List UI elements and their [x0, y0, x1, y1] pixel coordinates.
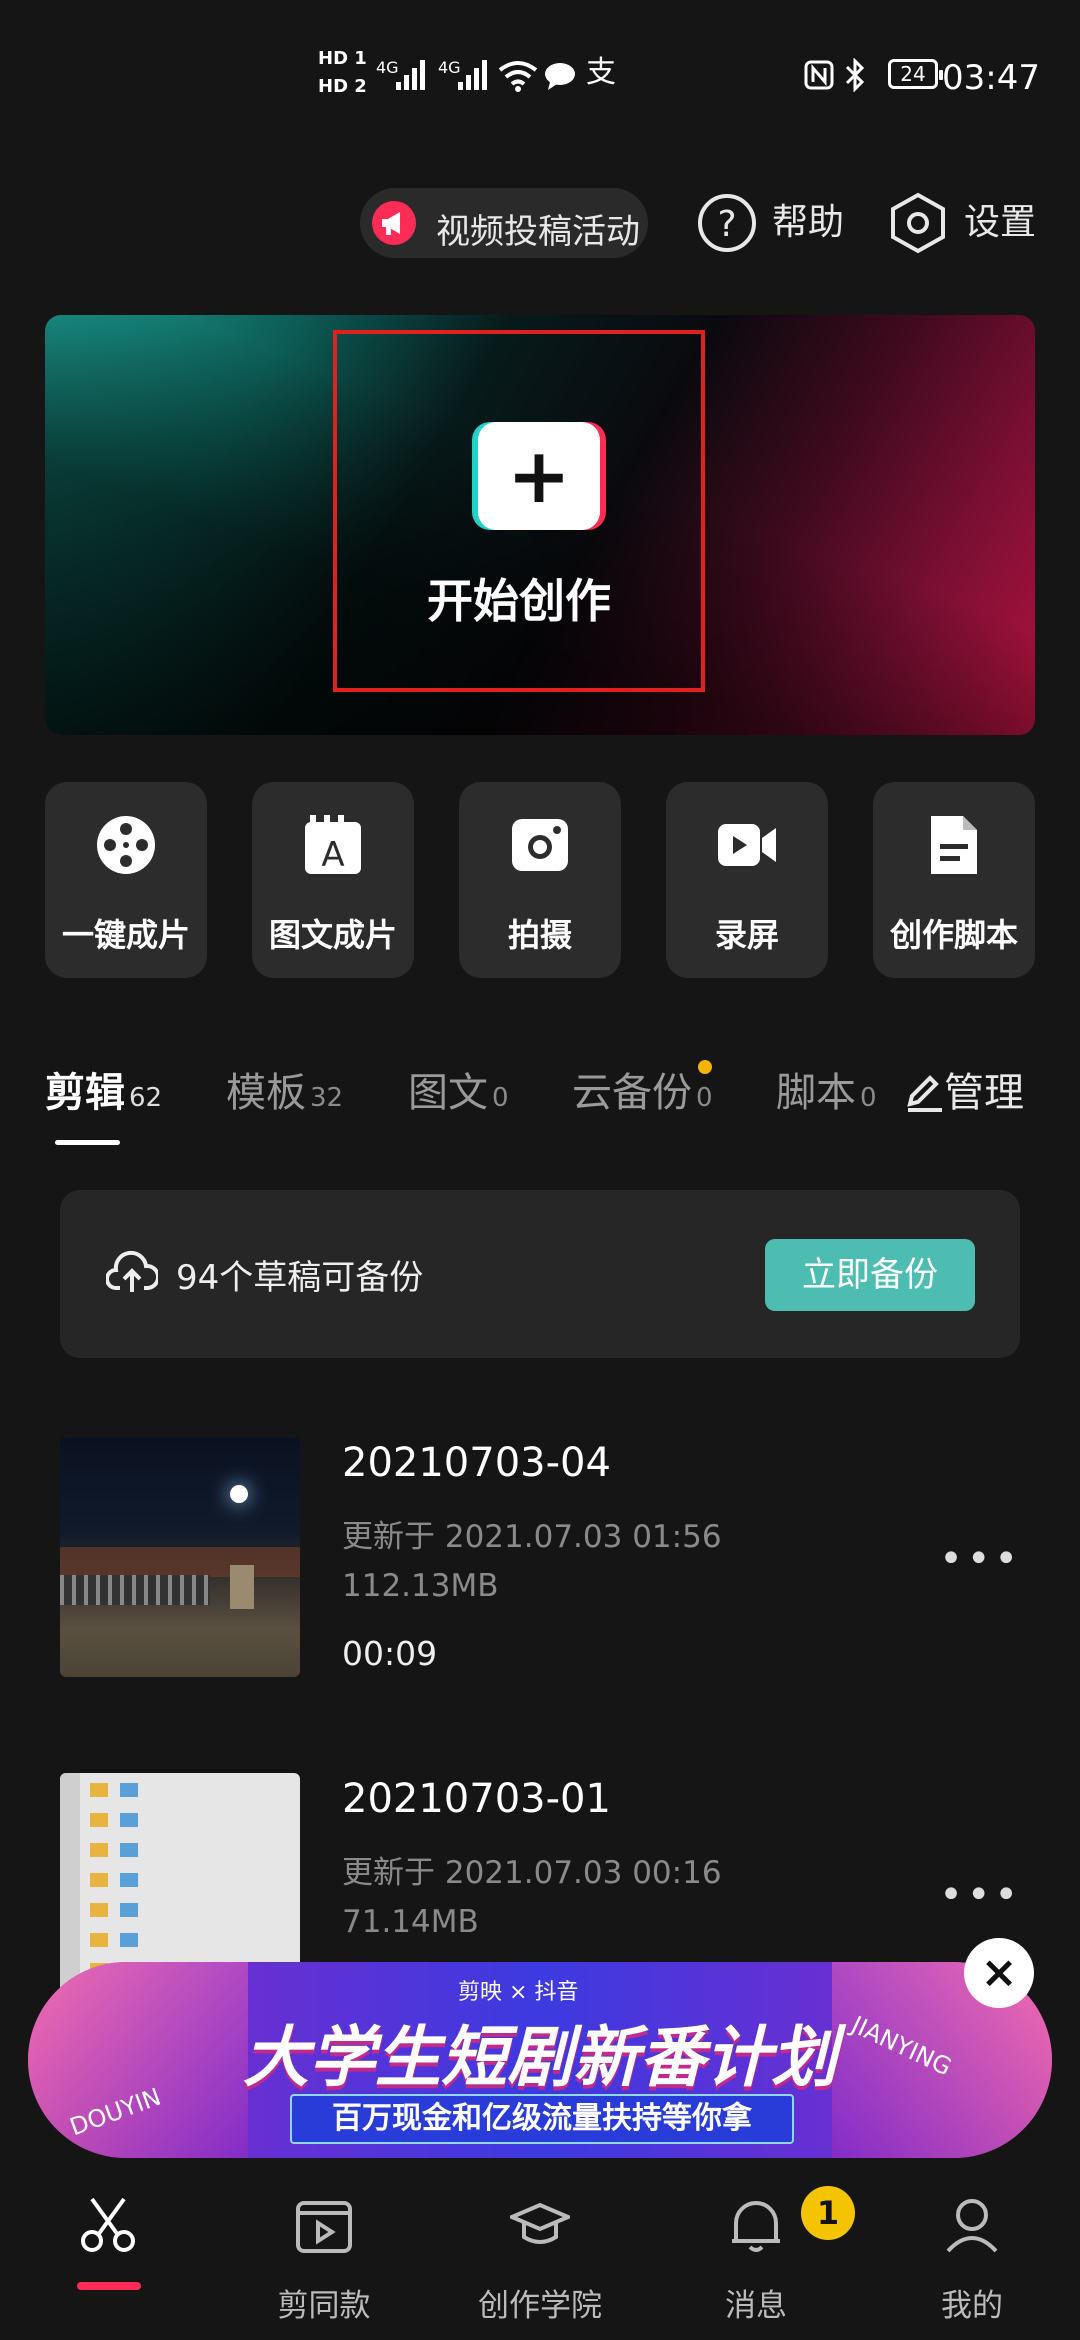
tool-label: 拍摄: [507, 916, 572, 954]
svg-text:A: A: [321, 835, 344, 875]
message-badge: 1: [801, 2186, 855, 2240]
nav-label: 消息: [725, 2288, 787, 2324]
nav-templates[interactable]: 剪同款: [216, 2165, 432, 2340]
tool-text-to-video[interactable]: A 图文成片: [252, 782, 414, 978]
help-icon: ?: [698, 194, 756, 252]
draft-thumbnail[interactable]: [60, 1437, 300, 1677]
tab-script[interactable]: 脚本 0: [776, 1060, 877, 1118]
nav-edit[interactable]: [0, 2165, 216, 2340]
manage-button[interactable]: 管理: [904, 1060, 1024, 1118]
draft-size: 71.14MB: [342, 1904, 479, 1940]
backup-card: 94个草稿可备份 立即备份: [60, 1190, 1020, 1358]
tab-graphic[interactable]: 图文 0: [408, 1060, 509, 1118]
new-dot-indicator: [698, 1060, 712, 1074]
draft-title: 20210703-04: [342, 1440, 611, 1486]
script-document-icon: [931, 816, 977, 874]
ad-brand-line: 剪映 × 抖音: [458, 1980, 579, 2005]
bell-icon: [732, 2201, 780, 2252]
tool-label: 图文成片: [268, 916, 397, 954]
nav-label: 剪同款: [277, 2288, 371, 2324]
start-create-label: 开始创作: [427, 574, 611, 628]
hd-indicator-2: HD 2: [318, 76, 367, 97]
tool-label: 录屏: [714, 916, 779, 954]
wifi-icon: [498, 61, 538, 92]
draft-duration: 00:09: [342, 1634, 438, 1673]
tab-cloud-backup[interactable]: 云备份 0: [572, 1060, 713, 1118]
draft-updated: 更新于 2021.07.03 00:16: [342, 1855, 722, 1891]
signal-icon-2: [458, 60, 487, 90]
nav-profile[interactable]: 我的: [864, 2165, 1080, 2340]
draft-title: 20210703-01: [342, 1776, 611, 1822]
battery-icon: 24: [888, 59, 943, 89]
ad-close-button[interactable]: ×: [964, 1938, 1034, 2008]
cloud-upload-icon: [106, 1250, 158, 1292]
alipay-icon: 支: [586, 55, 616, 90]
bottom-nav: 剪同款 创作学院 消息 我的: [0, 2165, 1080, 2340]
camera-icon: [512, 819, 568, 871]
nav-label: 创作学院: [478, 2288, 602, 2324]
nfc-icon: [804, 60, 834, 90]
tool-creation-script[interactable]: 创作脚本: [873, 782, 1035, 978]
edit-pencil-icon: [907, 1075, 942, 1112]
megaphone-icon: [372, 201, 416, 245]
message-app-icon: [545, 63, 575, 90]
film-reel-icon: [97, 816, 155, 874]
hd-indicator-1: HD 1: [318, 48, 367, 69]
promo-ad-banner[interactable]: 剪映 × 抖音 大学生短剧新番计划 百万现金和亿级流量扶持等你拿 DOUYIN …: [28, 1962, 1052, 2158]
bluetooth-icon: [845, 58, 865, 92]
profile-icon: [946, 2199, 998, 2253]
tool-screen-record[interactable]: 录屏: [666, 782, 828, 978]
help-label: 帮助: [772, 202, 845, 243]
template-video-icon: [296, 2201, 352, 2253]
plus-icon: +: [478, 422, 600, 530]
active-tab-indicator: [55, 1140, 120, 1145]
settings-label: 设置: [964, 202, 1037, 243]
backup-text: 94个草稿可备份: [176, 1258, 424, 1298]
tool-label: 一键成片: [61, 916, 190, 954]
ad-subline-box: 百万现金和亿级流量扶持等你拿: [290, 2094, 794, 2144]
tab-edit[interactable]: 剪辑 62: [45, 1060, 162, 1118]
tool-shoot[interactable]: 拍摄: [459, 782, 621, 978]
signal-icon: [396, 60, 425, 90]
status-time: 03:47: [942, 58, 1040, 98]
nav-academy[interactable]: 创作学院: [432, 2165, 648, 2340]
tool-label: 创作脚本: [889, 916, 1018, 954]
draft-size: 112.13MB: [342, 1568, 499, 1604]
campaign-button[interactable]: 视频投稿活动: [360, 188, 648, 258]
ad-subline: 百万现金和亿级流量扶持等你拿: [332, 2101, 752, 2136]
text-image-icon: A: [305, 815, 361, 875]
screen-record-icon: [718, 824, 776, 866]
backup-now-button[interactable]: 立即备份: [765, 1239, 975, 1311]
nav-label: 我的: [941, 2288, 1003, 2324]
campaign-label: 视频投稿活动: [436, 212, 640, 252]
svg-text:?: ?: [717, 204, 736, 245]
tab-template[interactable]: 模板 32: [226, 1060, 343, 1118]
more-options-icon[interactable]: •••: [939, 1536, 1022, 1582]
nav-active-indicator: [77, 2282, 141, 2290]
scissors-icon: [81, 2197, 135, 2252]
gear-icon: [891, 192, 945, 254]
draft-updated: 更新于 2021.07.03 01:56: [342, 1519, 722, 1555]
graduation-cap-icon: [510, 2202, 570, 2244]
tool-one-click-video[interactable]: 一键成片: [45, 782, 207, 978]
more-options-icon[interactable]: •••: [939, 1872, 1022, 1918]
